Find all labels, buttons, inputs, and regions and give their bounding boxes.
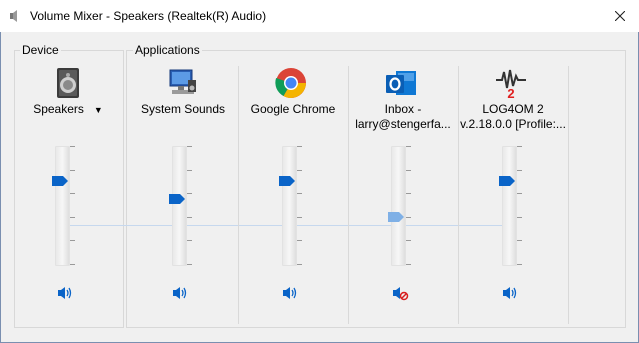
volume-slider-thumb[interactable]	[278, 175, 296, 187]
slider-tick	[70, 216, 75, 218]
title-bar: Volume Mixer - Speakers (Realtek(R) Audi…	[0, 0, 639, 32]
slider-tick	[517, 146, 522, 147]
speaker-icon	[58, 287, 72, 299]
slider-tick	[70, 193, 75, 195]
close-icon	[614, 11, 625, 21]
volume-slider-thumb[interactable]	[168, 193, 186, 205]
volume-slider-track[interactable]	[282, 146, 297, 266]
speaker-icon	[10, 10, 17, 22]
slider-ticks	[187, 146, 192, 266]
slider-ticks	[297, 146, 302, 266]
slider-tick	[297, 240, 302, 242]
slider-tick	[187, 240, 192, 242]
app-channel-log4om: 2 LOG4OM 2 v.2.18.0.0 [Profile:...	[458, 58, 568, 328]
mute-toggle-button[interactable]	[170, 284, 190, 302]
speaker-icon	[393, 287, 409, 301]
slider-tick	[406, 169, 411, 171]
speaker-icon	[283, 287, 297, 299]
slider-tick	[187, 216, 192, 218]
slider-tick	[406, 193, 411, 195]
slider-tick	[297, 216, 302, 218]
chrome-icon	[275, 68, 306, 98]
app-name: Google Chrome	[250, 102, 336, 116]
slider-tick	[70, 146, 75, 147]
app-name: Inbox - larry@stengerfa...	[355, 102, 451, 131]
app-channel-outlook-inbox: Inbox - larry@stengerfa...	[348, 58, 458, 328]
slider-tick	[297, 169, 302, 171]
slider-tick	[297, 193, 302, 195]
speaker-device-icon	[57, 68, 79, 98]
speaker-icon	[173, 287, 187, 299]
slider-tick	[297, 146, 302, 147]
window-title: Volume Mixer - Speakers (Realtek(R) Audi…	[30, 9, 267, 23]
slider-tick	[70, 169, 75, 171]
device-channel: Speakers ▼	[18, 58, 118, 328]
volume-slider-thumb[interactable]	[498, 175, 516, 187]
volume-slider-track[interactable]	[391, 146, 406, 266]
slider-ticks	[70, 146, 75, 266]
slider-tick	[187, 193, 192, 195]
log4om-icon: 2	[496, 69, 526, 100]
slider-ticks	[406, 146, 411, 266]
app-channel-system-sounds: System Sounds	[128, 58, 238, 328]
svg-text:2: 2	[507, 86, 514, 100]
system-sounds-icon	[169, 69, 196, 94]
speaker-icon	[503, 287, 517, 299]
slider-tick	[70, 240, 75, 242]
app-name: LOG4OM 2 v.2.18.0.0 [Profile:...	[460, 102, 566, 131]
volume-slider-thumb[interactable]	[387, 211, 405, 223]
volume-slider-track[interactable]	[502, 146, 517, 266]
mute-toggle-button[interactable]	[390, 284, 410, 302]
volume-slider-track[interactable]	[172, 146, 187, 266]
applications-group-label: Applications	[133, 43, 202, 57]
slider-tick	[70, 264, 75, 265]
mute-toggle-button[interactable]	[280, 284, 300, 302]
device-selector[interactable]: Speakers ▼	[18, 102, 118, 116]
slider-tick	[187, 146, 192, 147]
mute-toggle-button[interactable]	[500, 284, 520, 302]
app-name: System Sounds	[140, 102, 226, 116]
chevron-down-icon: ▼	[93, 105, 103, 115]
slider-tick	[187, 169, 192, 171]
device-group-label: Device	[20, 43, 61, 57]
slider-tick	[517, 240, 522, 242]
slider-tick	[187, 264, 192, 265]
mute-toggle-button[interactable]	[55, 284, 75, 302]
slider-tick	[406, 264, 411, 265]
device-name: Speakers	[33, 102, 84, 116]
slider-tick	[406, 216, 411, 218]
slider-ticks	[517, 146, 522, 266]
slider-tick	[517, 193, 522, 195]
volume-slider-track[interactable]	[55, 146, 70, 266]
volume-slider-thumb[interactable]	[51, 175, 69, 187]
close-button[interactable]	[600, 0, 639, 32]
slider-tick	[406, 240, 411, 242]
slider-tick	[517, 169, 522, 171]
app-channel-google-chrome: Google Chrome	[238, 58, 348, 328]
channel-separator	[568, 66, 569, 324]
outlook-icon	[386, 71, 416, 95]
slider-tick	[517, 264, 522, 265]
slider-tick	[406, 146, 411, 147]
slider-tick	[297, 264, 302, 265]
slider-tick	[517, 216, 522, 218]
